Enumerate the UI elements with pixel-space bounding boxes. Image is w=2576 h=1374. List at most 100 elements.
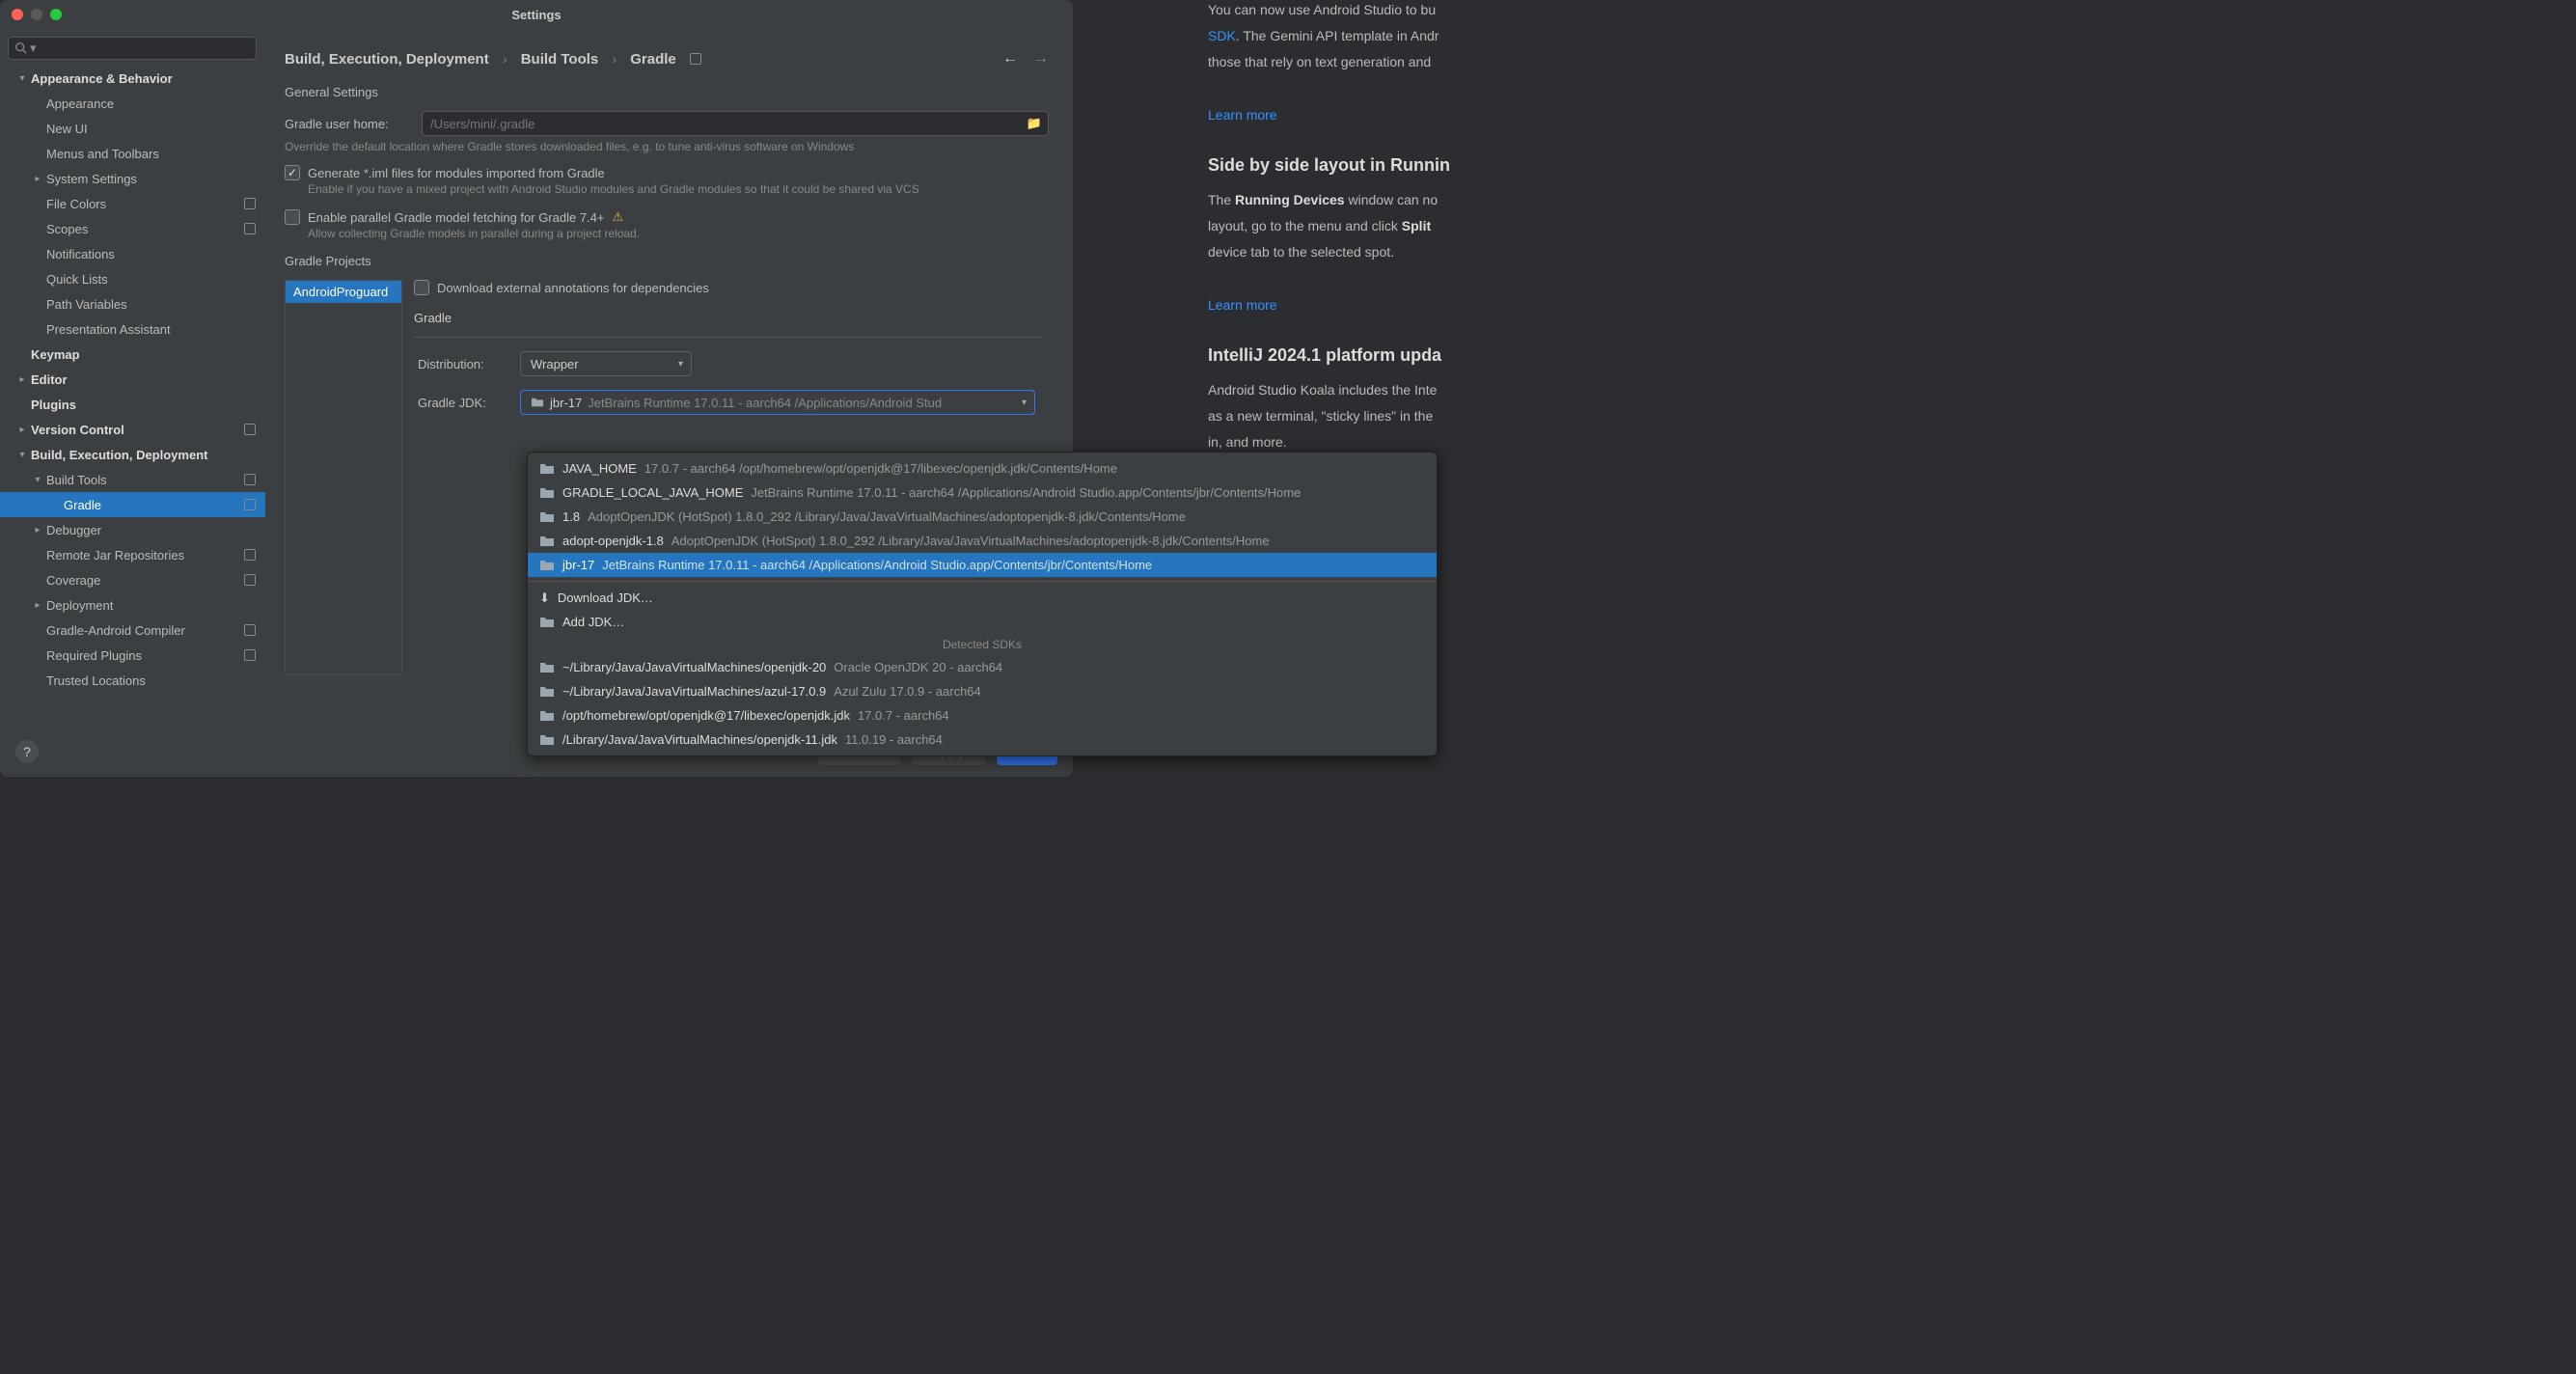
folder-icon: [539, 733, 555, 747]
sidebar-item[interactable]: ▾Build, Execution, Deployment: [0, 442, 265, 467]
back-button[interactable]: ←: [1002, 50, 1018, 68]
sidebar-item[interactable]: Gradle: [0, 492, 265, 517]
detected-sdks-header: Detected SDKs: [528, 634, 1437, 655]
distribution-label: Distribution:: [418, 357, 507, 371]
sidebar-item[interactable]: ▾Build Tools: [0, 467, 265, 492]
sidebar-item[interactable]: Notifications: [0, 241, 265, 266]
folder-icon: [539, 616, 555, 629]
folder-icon: [539, 709, 555, 723]
learn-more-link[interactable]: Learn more: [1208, 297, 1277, 313]
folder-icon: [539, 535, 555, 548]
sidebar-item[interactable]: New UI: [0, 116, 265, 141]
sidebar-item[interactable]: ▸System Settings: [0, 166, 265, 191]
sidebar-item-label: System Settings: [44, 172, 137, 186]
sidebar-item-label: Menus and Toolbars: [44, 147, 159, 161]
jdk-option[interactable]: jbr-17JetBrains Runtime 17.0.11 - aarch6…: [528, 553, 1437, 577]
project-scope-badge: [244, 574, 256, 586]
project-item[interactable]: AndroidProguard: [286, 281, 401, 303]
separator: [528, 581, 1437, 582]
intellij-heading: IntelliJ 2024.1 platform upda: [1208, 343, 2576, 369]
project-scope-badge: [244, 198, 256, 209]
sidebar-item[interactable]: Keymap: [0, 342, 265, 367]
sidebar-item-label: Path Variables: [44, 297, 127, 312]
sidebar-item-label: Remote Jar Repositories: [44, 548, 184, 563]
parallel-checkbox[interactable]: [285, 209, 300, 225]
gradle-jdk-select[interactable]: jbr-17 JetBrains Runtime 17.0.11 - aarch…: [520, 390, 1035, 415]
chevron-icon: ▾: [15, 73, 29, 84]
sidebar-item[interactable]: Appearance: [0, 91, 265, 116]
gradle-home-help: Override the default location where Grad…: [285, 140, 1049, 153]
jdk-option[interactable]: 1.8AdoptOpenJDK (HotSpot) 1.8.0_292 /Lib…: [528, 505, 1437, 529]
detected-sdk-item[interactable]: ~/Library/Java/JavaVirtualMachines/openj…: [528, 655, 1437, 679]
sidebar-item-label: Presentation Assistant: [44, 322, 171, 337]
sidebar-item[interactable]: Trusted Locations: [0, 668, 265, 693]
parallel-help: Allow collecting Gradle models in parall…: [308, 227, 1049, 240]
folder-icon: [539, 486, 555, 500]
breadcrumb-seg[interactable]: Gradle: [630, 51, 676, 68]
sidebar-item-label: Deployment: [44, 598, 113, 613]
sidebar-item-label: Gradle: [62, 498, 101, 512]
gradle-jdk-label: Gradle JDK:: [418, 396, 507, 410]
sidebar-item[interactable]: Presentation Assistant: [0, 316, 265, 342]
project-scope-badge: [244, 499, 256, 510]
chevron-icon: ▸: [31, 525, 44, 536]
sidebar-item-label: Appearance: [44, 96, 114, 111]
sidebar-item-label: Version Control: [29, 423, 124, 437]
sidebar-item[interactable]: Path Variables: [0, 291, 265, 316]
sidebar-item-label: Appearance & Behavior: [29, 71, 173, 86]
add-jdk-item[interactable]: Add JDK…: [528, 610, 1437, 634]
help-button[interactable]: ?: [15, 740, 39, 763]
detected-sdk-item[interactable]: /Library/Java/JavaVirtualMachines/openjd…: [528, 728, 1437, 752]
search-icon: [14, 41, 28, 55]
sidebar-item[interactable]: Menus and Toolbars: [0, 141, 265, 166]
chevron-icon: ▸: [15, 425, 29, 435]
breadcrumb-seg[interactable]: Build, Execution, Deployment: [285, 51, 489, 68]
sidebar-item[interactable]: ▸Deployment: [0, 592, 265, 618]
breadcrumb-nav: ← →: [1002, 50, 1049, 68]
sidebar-item[interactable]: ▸Version Control: [0, 417, 265, 442]
browse-folder-icon[interactable]: 📁: [1027, 116, 1042, 131]
sidebar-item[interactable]: Coverage: [0, 567, 265, 592]
sidebar-item[interactable]: File Colors: [0, 191, 265, 216]
gradle-home-input[interactable]: /Users/mini/.gradle 📁: [422, 111, 1049, 136]
sidebar-item[interactable]: ▾Appearance & Behavior: [0, 66, 265, 91]
learn-more-link[interactable]: Learn more: [1208, 107, 1277, 123]
detected-sdk-item[interactable]: ~/Library/Java/JavaVirtualMachines/azul-…: [528, 679, 1437, 703]
reset-icon[interactable]: [690, 53, 701, 65]
sidebar-item-label: File Colors: [44, 197, 106, 211]
gradle-subsection: Gradle: [414, 311, 1049, 325]
sidebar-item[interactable]: Required Plugins: [0, 643, 265, 668]
sidebar-item[interactable]: ▸Debugger: [0, 517, 265, 542]
sidebar-item[interactable]: Quick Lists: [0, 266, 265, 291]
sidebar-item[interactable]: Gradle-Android Compiler: [0, 618, 265, 643]
sidebar-item-label: Debugger: [44, 523, 101, 537]
sidebar-item-label: Quick Lists: [44, 272, 108, 287]
jdk-option[interactable]: adopt-openjdk-1.8AdoptOpenJDK (HotSpot) …: [528, 529, 1437, 553]
sidebar-item-label: Gradle-Android Compiler: [44, 623, 185, 638]
sidebar-item[interactable]: Plugins: [0, 392, 265, 417]
sidebar-item[interactable]: Scopes: [0, 216, 265, 241]
detected-sdk-item[interactable]: /opt/homebrew/opt/openjdk@17/libexec/ope…: [528, 703, 1437, 728]
generate-iml-label: Generate *.iml files for modules importe…: [308, 166, 605, 180]
download-jdk-item[interactable]: Download JDK…: [528, 586, 1437, 610]
sidebar-item-label: Scopes: [44, 222, 88, 236]
distribution-select[interactable]: Wrapper: [520, 351, 692, 376]
folder-icon: [539, 559, 555, 572]
folder-icon: [539, 685, 555, 699]
settings-tree[interactable]: ▾Appearance & Behavior Appearance New UI Me…: [0, 66, 265, 728]
breadcrumb-seg[interactable]: Build Tools: [521, 51, 599, 68]
gradle-home-label: Gradle user home:: [285, 117, 410, 131]
folder-icon: [539, 661, 555, 674]
download-annotations-checkbox[interactable]: [414, 280, 429, 295]
jdk-dropdown[interactable]: JAVA_HOME17.0.7 - aarch64 /opt/homebrew/…: [527, 452, 1438, 756]
search-input[interactable]: ▾: [8, 37, 257, 60]
jdk-option[interactable]: GRADLE_LOCAL_JAVA_HOMEJetBrains Runtime …: [528, 481, 1437, 505]
sidebar-item[interactable]: Remote Jar Repositories: [0, 542, 265, 567]
breadcrumb-sep: ›: [612, 51, 617, 68]
sdk-link[interactable]: SDK: [1208, 28, 1236, 43]
projects-list[interactable]: AndroidProguard: [285, 280, 402, 675]
jdk-option[interactable]: JAVA_HOME17.0.7 - aarch64 /opt/homebrew/…: [528, 456, 1437, 481]
sidebar-item[interactable]: ▸Editor: [0, 367, 265, 392]
generate-iml-checkbox[interactable]: [285, 165, 300, 180]
chevron-icon: ▸: [31, 174, 44, 184]
